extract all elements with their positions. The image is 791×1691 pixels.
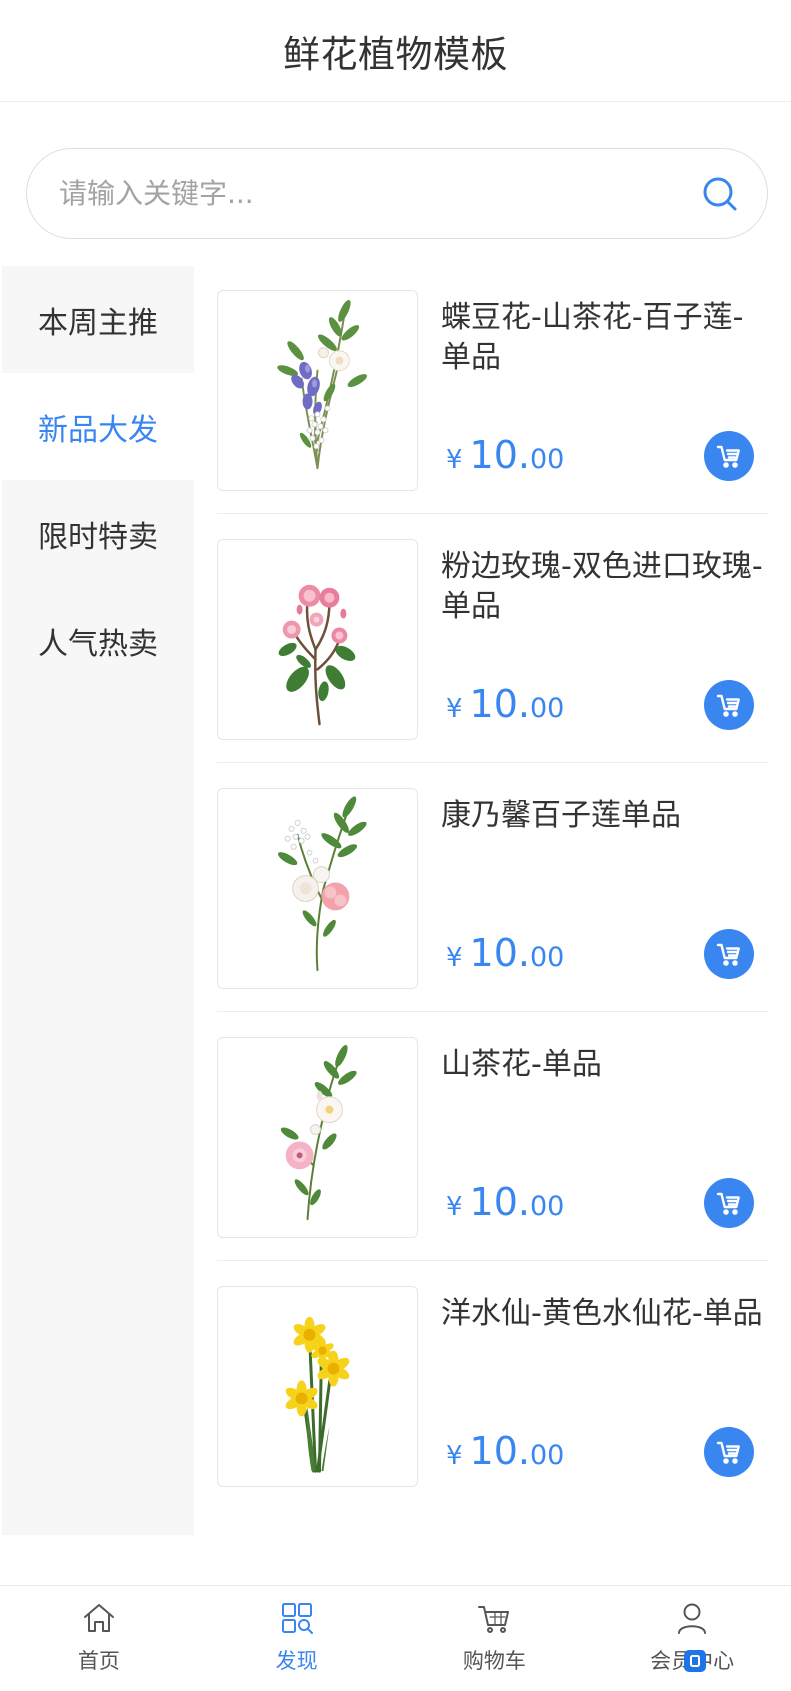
product-title[interactable]: 蝶豆花-山茶花-百子莲-单品 <box>441 298 777 378</box>
sidebar-item-label: 人气热卖 <box>38 626 158 662</box>
price-integer: 10. <box>469 931 530 975</box>
watermark-logo <box>684 1650 706 1672</box>
price-currency: ¥ <box>446 943 463 973</box>
category-sidebar: 本周主推 新品大发 限时特卖 人气热卖 <box>2 266 194 1535</box>
add-to-cart-button[interactable] <box>704 1178 754 1228</box>
product-item[interactable]: 粉边玫瑰-双色进口玫瑰-单品 ¥ 10. 00 <box>217 539 769 788</box>
product-item[interactable]: 洋水仙-黄色水仙花-单品 ¥ 10. 00 <box>217 1286 769 1535</box>
price-currency: ¥ <box>446 1441 463 1471</box>
price-currency: ¥ <box>446 445 463 475</box>
product-title[interactable]: 粉边玫瑰-双色进口玫瑰-单品 <box>441 547 777 627</box>
discover-icon <box>278 1599 316 1637</box>
product-image[interactable] <box>217 539 418 740</box>
product-price: ¥ 10. 00 <box>446 1429 564 1475</box>
product-item[interactable]: 蝶豆花-山茶花-百子莲-单品 ¥ 10. 00 <box>217 290 769 539</box>
product-image[interactable] <box>217 788 418 989</box>
tab-label: 首页 <box>77 1649 120 1673</box>
sidebar-item-best-sellers[interactable]: 人气热卖 <box>2 587 194 694</box>
price-currency: ¥ <box>446 694 463 724</box>
row-divider <box>217 1260 769 1261</box>
sidebar-item-weekly-picks[interactable]: 本周主推 <box>2 266 194 373</box>
add-to-cart-icon <box>716 1192 740 1215</box>
product-image[interactable] <box>217 290 418 491</box>
page-title: 鲜花植物模板 <box>283 32 508 76</box>
add-to-cart-button[interactable] <box>704 431 754 481</box>
row-divider <box>217 513 769 514</box>
sidebar-item-label: 本周主推 <box>38 305 158 341</box>
price-integer: 10. <box>469 682 530 726</box>
add-to-cart-icon <box>716 694 740 717</box>
add-to-cart-button[interactable] <box>704 680 754 730</box>
row-divider <box>217 1011 769 1012</box>
daffodil-image <box>283 1316 352 1473</box>
price-decimal: 00 <box>529 1191 565 1222</box>
price-integer: 10. <box>469 433 530 477</box>
product-image[interactable] <box>217 1037 418 1238</box>
product-image[interactable] <box>217 1286 418 1487</box>
app-page: 鲜花植物模板 本周主推 新品大发 限时特卖 人气热卖 <box>0 0 791 1691</box>
price-integer: 10. <box>469 1429 530 1473</box>
add-to-cart-icon <box>716 943 740 966</box>
price-currency: ¥ <box>446 1192 463 1222</box>
add-to-cart-button[interactable] <box>704 929 754 979</box>
top-bar: 鲜花植物模板 <box>0 0 791 102</box>
flower-bouquet-image <box>277 299 367 470</box>
add-to-cart-icon <box>716 1441 740 1464</box>
price-decimal: 00 <box>529 693 565 724</box>
sidebar-item-label: 限时特卖 <box>38 519 158 555</box>
price-integer: 10. <box>469 1180 530 1224</box>
product-title[interactable]: 洋水仙-黄色水仙花-单品 <box>441 1294 777 1334</box>
pink-rose-image <box>278 584 356 726</box>
search-button[interactable] <box>699 173 741 215</box>
sidebar-item-flash-sale[interactable]: 限时特卖 <box>2 480 194 587</box>
tab-discover[interactable]: 发现 <box>198 1586 396 1691</box>
search-bar[interactable] <box>26 148 768 239</box>
home-icon <box>80 1599 118 1637</box>
tab-label: 发现 <box>275 1649 318 1673</box>
product-price: ¥ 10. 00 <box>446 682 564 728</box>
product-price: ¥ 10. 00 <box>446 433 564 479</box>
add-to-cart-icon <box>716 445 740 468</box>
price-decimal: 00 <box>529 1440 565 1471</box>
tab-label: 购物车 <box>462 1649 526 1673</box>
price-decimal: 00 <box>529 942 565 973</box>
product-item[interactable]: 康乃馨百子莲单品 ¥ 10. 00 <box>217 788 769 1037</box>
product-item[interactable]: 山茶花-单品 ¥ 10. 00 <box>217 1037 769 1286</box>
sidebar-item-new-arrivals[interactable]: 新品大发 <box>2 373 194 480</box>
product-title[interactable]: 山茶花-单品 <box>441 1045 777 1085</box>
bottom-tab-bar: 首页 发现 购物车 <box>0 1585 791 1691</box>
camellia-image <box>280 1044 357 1221</box>
product-price: ¥ 10. 00 <box>446 1180 564 1226</box>
tab-member-center[interactable]: 会员中心 <box>593 1586 791 1691</box>
cart-icon <box>475 1599 513 1637</box>
tab-home[interactable]: 首页 <box>0 1586 198 1691</box>
tab-cart[interactable]: 购物车 <box>396 1586 594 1691</box>
row-divider <box>217 762 769 763</box>
add-to-cart-button[interactable] <box>704 1427 754 1477</box>
price-decimal: 00 <box>529 444 565 475</box>
search-input[interactable] <box>59 163 659 224</box>
product-list: 蝶豆花-山茶花-百子莲-单品 ¥ 10. 00 粉边玫瑰-双色进口玫瑰-单品 ¥… <box>217 290 769 1490</box>
product-price: ¥ 10. 00 <box>446 931 564 977</box>
sidebar-item-label: 新品大发 <box>38 412 158 448</box>
search-icon <box>703 177 737 211</box>
carnation-bouquet-image <box>277 796 367 972</box>
user-icon <box>673 1599 711 1637</box>
product-title[interactable]: 康乃馨百子莲单品 <box>441 796 777 836</box>
